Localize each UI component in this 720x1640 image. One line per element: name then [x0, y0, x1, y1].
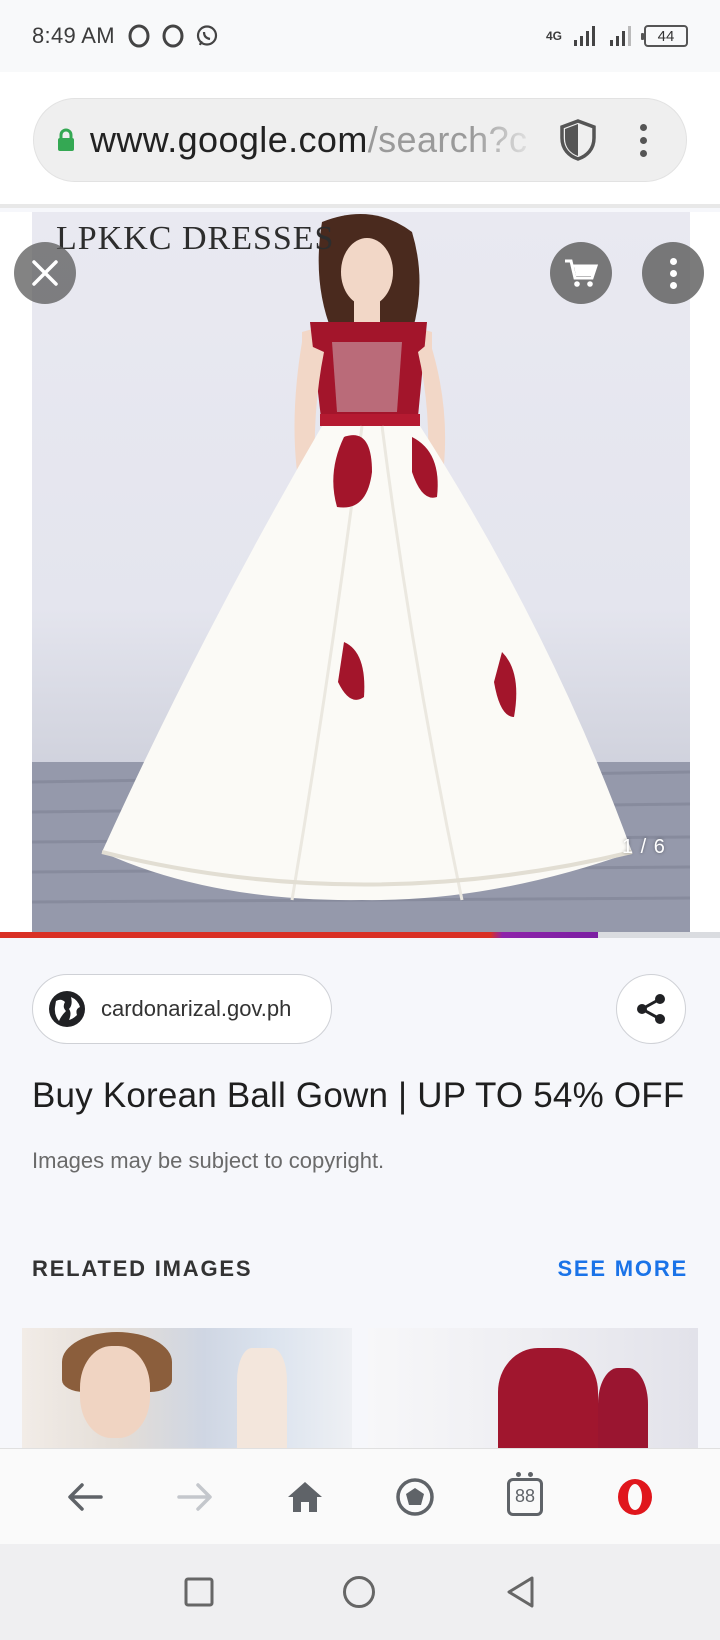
forward-arrow-icon	[177, 1482, 212, 1511]
home-icon	[288, 1481, 322, 1512]
speed-dial-button[interactable]	[385, 1467, 445, 1527]
thumbnail-shape	[237, 1348, 287, 1448]
image-progress-bar	[0, 932, 720, 938]
see-more-link[interactable]: SEE MORE	[557, 1256, 688, 1282]
thumbnail-shape	[498, 1348, 598, 1448]
address-bar[interactable]: www.google.com/search?c	[33, 98, 687, 182]
browser-bottom-bar: 88	[0, 1448, 720, 1544]
image-more-button[interactable]	[642, 242, 704, 304]
back-arrow-icon	[68, 1482, 103, 1511]
image-counter: 1 / 6	[622, 836, 666, 858]
status-time: 8:49 AM	[32, 23, 115, 48]
whatsapp-icon	[196, 25, 217, 46]
close-icon	[32, 260, 58, 286]
back-button[interactable]	[55, 1467, 115, 1527]
notification-icons	[127, 24, 219, 48]
gown-illustration	[32, 214, 690, 932]
result-image[interactable]: LPKKC DRESSES	[32, 212, 690, 932]
browser-toolbar: www.google.com/search?c	[0, 72, 720, 208]
tabs-icon: 88	[507, 1471, 543, 1516]
share-icon	[637, 994, 665, 1024]
result-title[interactable]: Buy Korean Ball Gown | UP TO 54% OFF	[32, 1076, 684, 1116]
url-host: www.google.com	[90, 119, 368, 160]
close-viewer-button[interactable]	[14, 242, 76, 304]
url-text[interactable]: www.google.com/search?c	[90, 119, 540, 161]
thumbnail-shape	[80, 1346, 150, 1438]
thumbnail-shape	[598, 1368, 648, 1448]
opera-icon	[128, 24, 150, 48]
back-triangle-icon[interactable]	[504, 1575, 536, 1609]
home-button[interactable]	[275, 1467, 335, 1527]
network-type: 4G	[545, 28, 562, 43]
speed-dial-icon	[396, 1477, 434, 1516]
recents-icon[interactable]	[184, 1577, 214, 1607]
system-navigation-bar	[0, 1544, 720, 1640]
battery-level: 44	[657, 27, 675, 45]
source-domain: cardonarizal.gov.ph	[101, 996, 292, 1021]
shopping-button[interactable]	[550, 242, 612, 304]
more-vert-icon[interactable]	[628, 120, 658, 160]
source-link-chip[interactable]: cardonarizal.gov.ph	[32, 974, 332, 1044]
opera-icon	[162, 24, 184, 48]
related-image-thumbnail[interactable]	[22, 1328, 352, 1448]
opera-menu-icon	[618, 1478, 652, 1515]
copyright-notice: Images may be subject to copyright.	[32, 1148, 385, 1173]
tabs-button[interactable]: 88	[495, 1467, 555, 1527]
image-progress-fill	[0, 932, 598, 938]
cart-icon	[565, 259, 598, 287]
image-watermark-text: LPKKC DRESSES	[56, 220, 335, 257]
opera-menu-button[interactable]	[605, 1467, 665, 1527]
battery-indicator: 44	[641, 25, 688, 47]
related-images-heading: RELATED IMAGES	[32, 1256, 253, 1281]
shield-icon[interactable]	[558, 118, 598, 162]
tab-count: 88	[514, 1486, 536, 1506]
share-button[interactable]	[616, 974, 686, 1044]
forward-button[interactable]	[165, 1467, 225, 1527]
globe-icon	[49, 991, 85, 1027]
status-bar: 8:49 AM 4G 44	[0, 0, 720, 72]
image-viewer[interactable]: LPKKC DRESSES	[0, 212, 720, 932]
signal-icon	[574, 26, 595, 46]
system-indicators: 4G 44	[546, 25, 688, 47]
screen: 8:49 AM 4G 44 www.google.com/search?c LP…	[0, 0, 720, 1640]
lock-icon	[58, 128, 74, 151]
signal-icon	[610, 26, 631, 46]
home-circle-icon[interactable]	[342, 1575, 376, 1609]
url-path: /search?c	[367, 119, 528, 160]
related-image-thumbnail[interactable]	[368, 1328, 698, 1448]
